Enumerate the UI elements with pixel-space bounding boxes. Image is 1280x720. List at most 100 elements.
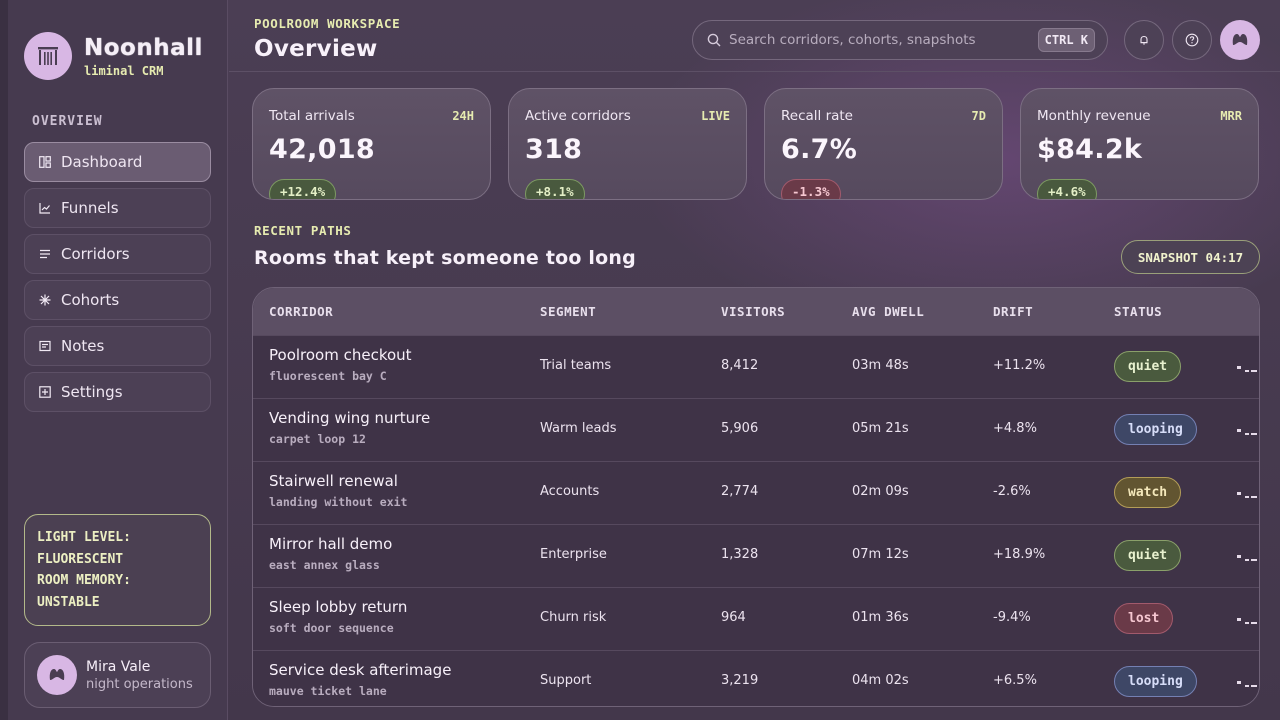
- snapshot-button[interactable]: SNAPSHOT 04:17: [1121, 240, 1260, 274]
- user-name: Mira Vale: [86, 658, 151, 675]
- sidebar-item-label: Corridors: [61, 245, 130, 263]
- recent-eyebrow: RECENT PATHS: [254, 223, 352, 238]
- sidebar: Noonhall liminal CRM OVERVIEW Dashboard …: [8, 0, 228, 720]
- brand-name: Noonhall: [84, 34, 203, 61]
- status-badge: looping: [1114, 666, 1197, 697]
- visitors-cell: 3,219: [721, 673, 759, 688]
- table-row[interactable]: Mirror hall demo east annex glass Enterpri…: [253, 524, 1259, 587]
- user-card[interactable]: Mira Vale night operations: [24, 642, 211, 708]
- status-badge: quiet: [1114, 540, 1182, 571]
- search-bar[interactable]: CTRL K: [692, 20, 1108, 60]
- settings-plus-icon: [39, 386, 51, 398]
- table-row[interactable]: Vending wing nurture carpet loop 12 Warm l…: [253, 398, 1259, 461]
- segment-cell: Churn risk: [540, 610, 607, 625]
- row-more-button[interactable]: [1237, 549, 1259, 563]
- segment-cell: Enterprise: [540, 547, 607, 562]
- table-row[interactable]: Service desk afterimage mauve ticket lane…: [253, 650, 1259, 706]
- sidebar-item-label: Settings: [61, 383, 123, 401]
- drift-cell: +11.2%: [993, 358, 1046, 373]
- table-row[interactable]: Stairwell renewal landing without exit Acc…: [253, 461, 1259, 524]
- corridor-name[interactable]: Vending wing nurture: [269, 409, 430, 427]
- column-header-status[interactable]: STATUS: [1114, 304, 1162, 319]
- status-badge: watch: [1114, 477, 1182, 508]
- bell-icon: [1140, 35, 1148, 45]
- profile-avatar-button[interactable]: [1220, 20, 1260, 60]
- brand[interactable]: Noonhall liminal CRM: [24, 32, 203, 80]
- column-header-drift[interactable]: DRIFT: [993, 304, 1033, 319]
- corridor-subtitle: east annex glass: [269, 558, 380, 572]
- kpi-card-total-arrivals[interactable]: Total arrivals 24H 42,018 +12.4%: [252, 88, 491, 200]
- corridor-name[interactable]: Service desk afterimage: [269, 661, 451, 679]
- kpi-value: $84.2k: [1037, 134, 1143, 165]
- section-title: Rooms that kept someone too long: [254, 247, 636, 269]
- search-input[interactable]: [729, 32, 1029, 48]
- kpi-label: Recall rate: [781, 108, 853, 124]
- kpi-value: 42,018: [269, 134, 375, 165]
- kpi-card-active-corridors[interactable]: Active corridors LIVE 318 +8.1%: [508, 88, 747, 200]
- brand-subtitle: liminal CRM: [84, 63, 164, 78]
- more-icon: [1237, 681, 1257, 687]
- column-header-corridor[interactable]: CORRIDOR: [269, 304, 333, 319]
- notifications-button[interactable]: [1124, 20, 1164, 60]
- asterisk-icon: [39, 294, 51, 306]
- corridor-name[interactable]: Mirror hall demo: [269, 535, 392, 553]
- avatar: [37, 655, 77, 695]
- search-icon: [707, 33, 721, 47]
- help-button[interactable]: [1172, 20, 1212, 60]
- kpi-delta-badge: -1.3%: [781, 179, 841, 199]
- corridor-name[interactable]: Stairwell renewal: [269, 472, 398, 490]
- user-role: night operations: [86, 676, 193, 692]
- kpi-period-tag: 7D: [971, 109, 986, 123]
- kpi-period-tag: MRR: [1220, 109, 1242, 123]
- corridor-name[interactable]: Sleep lobby return: [269, 598, 407, 616]
- row-more-button[interactable]: [1237, 612, 1259, 626]
- corridor-subtitle: landing without exit: [269, 495, 408, 509]
- avg-dwell-cell: 01m 36s: [852, 610, 909, 625]
- avg-dwell-cell: 05m 21s: [852, 421, 909, 436]
- column-header-visitors[interactable]: VISITORS: [721, 304, 785, 319]
- column-header-segment[interactable]: SEGMENT: [540, 304, 596, 319]
- drift-cell: +18.9%: [993, 547, 1046, 562]
- row-more-button[interactable]: [1237, 486, 1259, 500]
- corridor-name[interactable]: Poolroom checkout: [269, 346, 412, 364]
- corridor-subtitle: fluorescent bay C: [269, 369, 387, 383]
- kpi-delta-badge: +4.6%: [1037, 179, 1097, 199]
- kpi-card-recall-rate[interactable]: Recall rate 7D 6.7% -1.3%: [764, 88, 1003, 200]
- table-row[interactable]: Poolroom checkout fluorescent bay C Trial …: [253, 335, 1259, 398]
- sidebar-item-cohorts[interactable]: Cohorts: [24, 280, 211, 320]
- mask-icon: [1232, 34, 1248, 45]
- kpi-value: 318: [525, 134, 583, 165]
- kpi-card-monthly-revenue[interactable]: Monthly revenue MRR $84.2k +4.6%: [1020, 88, 1259, 200]
- segment-cell: Trial teams: [540, 358, 612, 373]
- row-more-button[interactable]: [1237, 360, 1259, 374]
- visitors-cell: 964: [721, 610, 746, 625]
- more-icon: [1237, 618, 1257, 624]
- row-more-button[interactable]: [1237, 423, 1259, 437]
- column-header-avg-dwell[interactable]: AVG DWELL: [852, 304, 924, 319]
- sidebar-item-notes[interactable]: Notes: [24, 326, 211, 366]
- more-icon: [1237, 366, 1257, 372]
- avg-dwell-cell: 04m 02s: [852, 673, 909, 688]
- avg-dwell-cell: 02m 09s: [852, 484, 909, 499]
- visitors-cell: 1,328: [721, 547, 759, 562]
- kpi-label: Total arrivals: [269, 108, 355, 124]
- app-window: Noonhall liminal CRM OVERVIEW Dashboard …: [0, 0, 1280, 720]
- kpi-value: 6.7%: [781, 134, 858, 165]
- drift-cell: +4.8%: [993, 421, 1037, 436]
- more-icon: [1237, 492, 1257, 498]
- kpi-label: Active corridors: [525, 108, 631, 124]
- status-line: FLUORESCENT: [37, 551, 124, 567]
- sidebar-item-settings[interactable]: Settings: [24, 372, 211, 412]
- sidebar-item-dashboard[interactable]: Dashboard: [24, 142, 211, 182]
- sidebar-item-corridors[interactable]: Corridors: [24, 234, 211, 274]
- drift-cell: -9.4%: [993, 610, 1031, 625]
- drift-cell: -2.6%: [993, 484, 1031, 499]
- kpi-period-tag: 24H: [452, 109, 474, 123]
- row-more-button[interactable]: [1237, 675, 1259, 689]
- more-icon: [1237, 555, 1257, 561]
- list-icon: [39, 248, 51, 260]
- status-line: LIGHT LEVEL:: [37, 530, 131, 545]
- table-row[interactable]: Sleep lobby return soft door sequence Chur…: [253, 587, 1259, 650]
- visitors-cell: 2,774: [721, 484, 759, 499]
- sidebar-item-funnels[interactable]: Funnels: [24, 188, 211, 228]
